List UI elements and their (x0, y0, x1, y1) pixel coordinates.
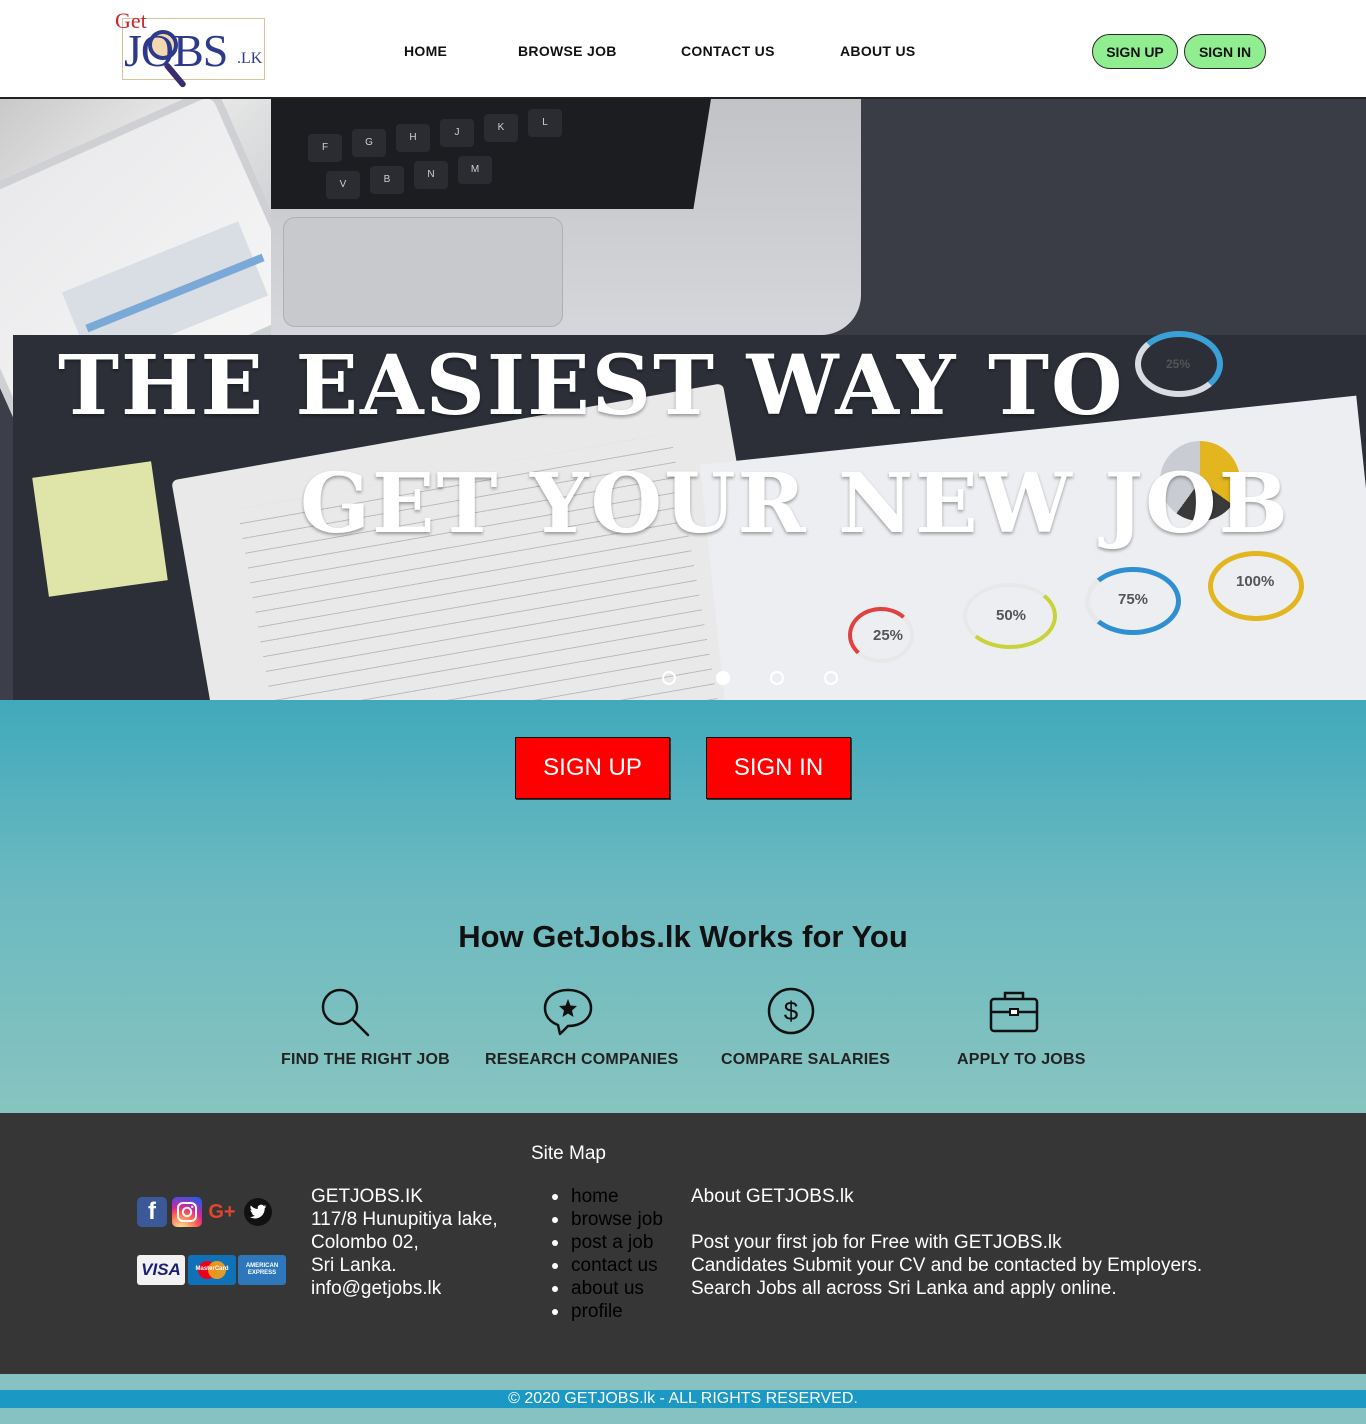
sticky-note (32, 461, 168, 597)
twitter-bird (249, 1204, 267, 1219)
search-icon (321, 988, 370, 1037)
feature-label-apply-jobs: APPLY TO JOBS (957, 1051, 1086, 1068)
gauge-label: 100% (1236, 573, 1275, 590)
footer-address: GETJOBS.IK 117/8 Hunupitiya lake, Colomb… (311, 1185, 498, 1300)
nav-contact-us[interactable]: CONTACT US (681, 43, 775, 59)
feature-label-compare-salaries: COMPARE SALARIES (721, 1051, 891, 1068)
key: N (414, 161, 448, 189)
key: H (396, 124, 430, 152)
mastercard-label: MasterCard (195, 1266, 229, 1272)
getjobs-logo[interactable]: Get JOBS .LK (114, 8, 266, 94)
about-line: Search Jobs all across Sri Lanka and app… (691, 1278, 1117, 1299)
site-header: Get JOBS .LK HOME BROWSE JOB CONTACT US … (0, 0, 1366, 99)
feature-label-find-job: FIND THE RIGHT JOB (281, 1051, 450, 1068)
key: K (484, 114, 518, 142)
briefcase-icon (989, 991, 1039, 1033)
gauge-label: 25% (873, 627, 904, 644)
footer-about: About GETJOBS.lk Post your first job for… (691, 1185, 1202, 1300)
instagram-glyph (177, 1202, 197, 1222)
sitemap-link-contact-us[interactable]: contact us (552, 1254, 663, 1277)
gauge-label: 75% (1118, 591, 1149, 608)
sitemap-link-post-job[interactable]: post a job (552, 1231, 663, 1254)
visa-card-icon: VISA (137, 1255, 185, 1285)
twitter-icon[interactable] (244, 1198, 272, 1226)
nav-browse-job[interactable]: BROWSE JOB (518, 43, 617, 59)
mastercard-card-icon: MasterCard (188, 1255, 236, 1285)
address-street: 117/8 Hunupitiya lake, (311, 1209, 498, 1230)
how-it-works-title: How GetJobs.lk Works for You (458, 919, 908, 954)
logo-lk-text: .LK (237, 50, 263, 67)
amex-card-icon: AMERICAN EXPRESS (238, 1255, 286, 1285)
key: M (458, 156, 492, 184)
carousel-dot-1[interactable] (662, 671, 676, 685)
about-title: About GETJOBS.lk (691, 1186, 854, 1207)
key: L (528, 109, 562, 137)
address-city: Colombo 02, (311, 1232, 419, 1253)
cta-signup-button[interactable]: SIGN UP (515, 737, 670, 799)
hero-headline-line2: GET YOUR NEW JOB (300, 456, 1290, 552)
carousel-dot-4[interactable] (824, 671, 838, 685)
hero-headline-line1: THE EASIEST WAY TO (58, 338, 1125, 434)
svg-text:$: $ (784, 996, 799, 1026)
about-line: Candidates Submit your CV and be contact… (691, 1255, 1203, 1276)
dollar-icon: $ (767, 987, 815, 1035)
key: B (370, 166, 404, 194)
cta-signin-button[interactable]: SIGN IN (706, 737, 851, 799)
how-it-works-section (0, 700, 1366, 1113)
google-plus-icon[interactable]: G+ (207, 1197, 237, 1227)
carousel-dot-2[interactable] (716, 671, 730, 685)
facebook-icon[interactable]: f (137, 1197, 167, 1227)
mastercard-circles: MasterCard (195, 1260, 229, 1280)
address-company: GETJOBS.IK (311, 1186, 423, 1207)
hero-tablet-photo (0, 99, 318, 444)
laptop-trackpad (283, 217, 563, 327)
sitemap-list: home browse job post a job contact us ab… (552, 1185, 663, 1323)
key: V (326, 171, 360, 199)
sitemap-link-home[interactable]: home (552, 1185, 663, 1208)
key: G (352, 129, 386, 157)
about-spacer (691, 1208, 1202, 1231)
sitemap-link-browse-job[interactable]: browse job (552, 1208, 663, 1231)
chat-star-icon (543, 988, 593, 1036)
logo-jobs-text: JOBS (124, 25, 228, 76)
key: J (440, 119, 474, 147)
sitemap-link-about-us[interactable]: about us (552, 1277, 663, 1300)
header-signin-button[interactable]: SIGN IN (1184, 34, 1266, 69)
nav-home[interactable]: HOME (404, 43, 447, 59)
gauge-label: 50% (996, 607, 1027, 624)
carousel-dot-3[interactable] (770, 671, 784, 685)
key: F (308, 134, 342, 162)
address-email[interactable]: info@getjobs.lk (311, 1277, 498, 1300)
sitemap-link-profile[interactable]: profile (552, 1300, 663, 1323)
instagram-icon[interactable] (172, 1197, 202, 1227)
nav-about-us[interactable]: ABOUT US (840, 43, 916, 59)
sitemap-title: Site Map (531, 1143, 606, 1164)
copyright-text: © 2020 GETJOBS.lk - ALL RIGHTS RESERVED. (0, 1390, 1366, 1408)
feature-label-research-companies: RESEARCH COMPANIES (485, 1051, 679, 1068)
donut-label: 25% (1166, 357, 1191, 371)
about-line: Post your first job for Free with GETJOB… (691, 1232, 1062, 1253)
header-signup-button[interactable]: SIGN UP (1092, 34, 1178, 69)
address-country: Sri Lanka. (311, 1255, 397, 1276)
